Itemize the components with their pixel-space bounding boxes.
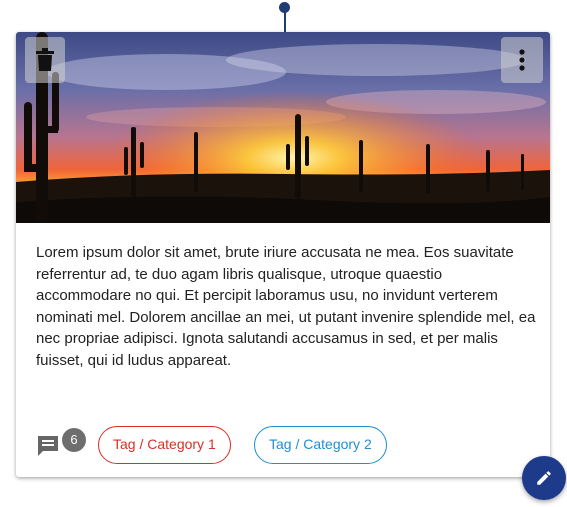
card-hero-image — [16, 32, 550, 223]
trash-icon — [36, 48, 54, 71]
pencil-icon — [537, 471, 551, 485]
edit-fab-button[interactable] — [522, 456, 566, 500]
comments-button[interactable]: 6 — [36, 428, 92, 468]
more-vertical-icon — [519, 49, 525, 71]
post-card: Lorem ipsum dolor sit amet, brute iriure… — [16, 32, 550, 477]
tag-category-2[interactable]: Tag / Category 2 — [254, 426, 387, 464]
delete-button[interactable] — [25, 37, 65, 83]
comment-count-badge: 6 — [62, 428, 86, 452]
card-body-text: Lorem ipsum dolor sit amet, brute iriure… — [36, 244, 536, 369]
comment-icon — [38, 436, 58, 456]
more-options-button[interactable] — [501, 37, 543, 83]
connector-dot — [279, 2, 290, 13]
tag-category-1[interactable]: Tag / Category 1 — [98, 426, 231, 464]
